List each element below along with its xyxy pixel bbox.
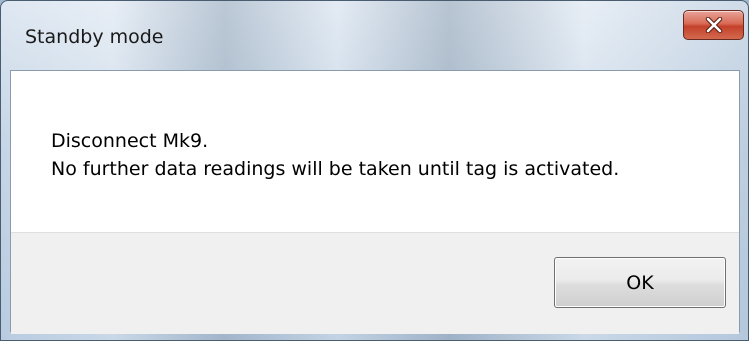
message-text: Disconnect Mk9. No further data readings… <box>51 127 619 183</box>
dialog-window: Standby mode Disconnect Mk9. No further … <box>0 0 749 341</box>
window-title: Standby mode <box>25 26 164 48</box>
button-bar: OK <box>11 232 739 334</box>
message-line-1: Disconnect Mk9. <box>51 130 209 152</box>
message-area: Disconnect Mk9. No further data readings… <box>11 71 739 232</box>
title-bar[interactable]: Standby mode <box>1 1 748 71</box>
dialog-client-area: Disconnect Mk9. No further data readings… <box>10 70 740 334</box>
close-button[interactable] <box>683 10 744 40</box>
ok-button[interactable]: OK <box>554 257 726 308</box>
close-icon <box>704 17 724 33</box>
message-line-2: No further data readings will be taken u… <box>51 158 620 180</box>
